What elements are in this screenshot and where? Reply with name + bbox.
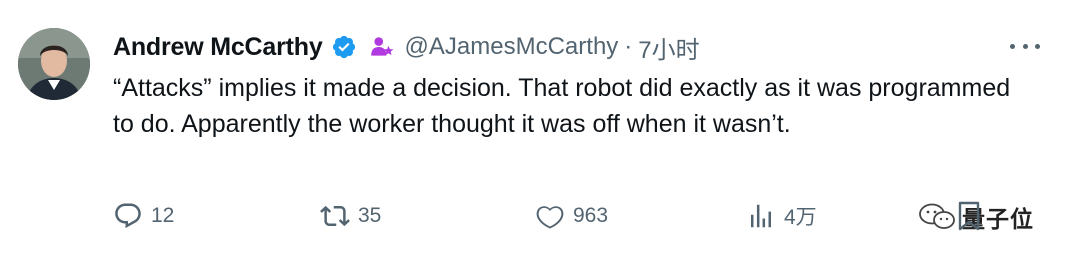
header-separator: · — [624, 33, 633, 60]
tweet-text: “Attacks” implies it made a decision. Th… — [113, 74, 1011, 138]
reply-button[interactable]: 12 — [113, 196, 174, 236]
wechat-logo-icon — [919, 203, 955, 229]
more-options-icon[interactable] — [1010, 34, 1040, 58]
reply-icon — [115, 203, 141, 229]
views-button[interactable]: 4万 — [746, 196, 817, 236]
timestamp[interactable]: 7小时 — [638, 30, 699, 65]
more-dot — [1010, 43, 1015, 49]
heart-icon — [536, 206, 564, 229]
avatar-image — [18, 28, 90, 100]
verified-badge-icon — [331, 34, 357, 60]
more-dot — [1022, 43, 1028, 49]
bookmark-icon[interactable] — [956, 200, 982, 232]
retweet-button[interactable]: 35 — [320, 196, 381, 236]
retweet-icon — [320, 205, 350, 227]
reply-count: 12 — [151, 204, 175, 227]
retweet-count: 35 — [358, 204, 382, 227]
views-icon — [751, 204, 771, 228]
author-name[interactable]: Andrew McCarthy — [113, 33, 323, 62]
tweet-card[interactable]: Andrew McCarthy @AJamesMcCarthy · 7小时 “A… — [0, 0, 1080, 259]
more-dot — [1035, 43, 1040, 49]
like-count: 963 — [573, 204, 609, 227]
affiliation-badge-icon[interactable] — [369, 34, 395, 60]
views-count: 4万 — [784, 206, 817, 229]
tweet-header: Andrew McCarthy @AJamesMcCarthy · 7小时 — [113, 30, 700, 64]
avatar[interactable] — [18, 28, 90, 100]
like-button[interactable]: 963 — [535, 196, 608, 236]
author-handle[interactable]: @AJamesMcCarthy — [405, 33, 619, 61]
